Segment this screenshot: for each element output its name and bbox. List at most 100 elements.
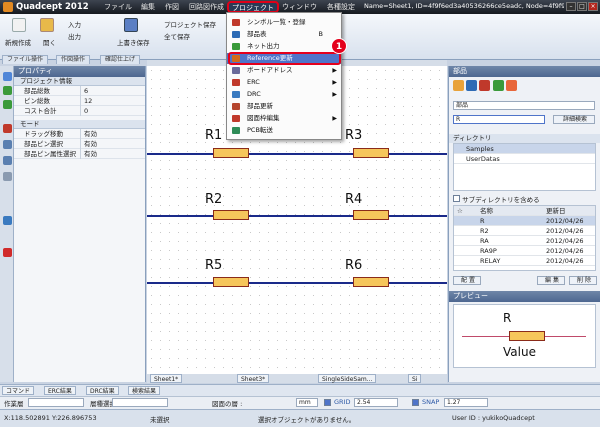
table-row[interactable]: RA 2012/04/26 [454,236,595,246]
menu-item-symbol-list[interactable]: シンボル一覧・登録 [227,17,341,28]
tab-erc-result[interactable]: ERC結果 [44,386,76,395]
preview-value: Value [503,345,536,359]
library-icon[interactable] [453,80,464,91]
forward-icon[interactable] [3,100,12,109]
new-file-icon [12,18,26,32]
delete-button[interactable]: 削 除 [569,276,597,285]
tab-drc-result[interactable]: DRC結果 [86,386,119,395]
menu-draw[interactable]: 作図 [165,2,179,12]
menu-item-drc[interactable]: DRC ▶ [227,89,341,100]
zoom-out-icon[interactable] [3,156,12,165]
menu-item-net-output[interactable]: ネット出力 [227,41,341,52]
edit-button[interactable]: 編 集 [537,276,565,285]
wire[interactable] [147,215,447,217]
pan-icon[interactable] [3,172,12,181]
menu-item-erc[interactable]: ERC ▶ [227,77,341,88]
place-button[interactable]: 配 置 [453,276,481,285]
tool-icon[interactable] [3,124,12,133]
directory-item[interactable]: UserDatas [454,154,595,164]
menu-schematic[interactable]: 回路図作成 [189,2,224,12]
input-button[interactable]: 入力 [68,19,81,29]
close-icon[interactable]: × [588,2,598,11]
menu-item-frame-edit[interactable]: 図面枠編集 ▶ [227,113,341,124]
drawing-layer-label: 図面の層 : [212,400,243,408]
sheet-tab-bar [147,374,447,383]
table-row[interactable]: RA9P 2012/04/26 [454,246,595,256]
table-row[interactable]: R 2012/04/26 [454,216,595,226]
preview-title: プレビュー [449,291,600,302]
category-select[interactable]: 部品 [453,101,595,110]
section-mode[interactable]: モード [14,120,145,129]
overwrite-save-button[interactable]: 上書き保存 [117,37,150,47]
resistor-label: R5 [205,258,223,273]
output-button[interactable]: 出力 [68,31,81,41]
zoom-icon[interactable] [3,140,12,149]
snap-select[interactable]: 1.27 [444,398,488,407]
layer-select[interactable] [28,398,84,407]
grid-checkbox[interactable] [324,399,331,406]
maximize-icon[interactable]: □ [577,2,587,11]
save-icon [124,18,138,32]
resistor-label: R1 [205,128,223,143]
menu-window[interactable]: ウィンドウ [282,2,317,12]
app-logo-icon [3,2,13,12]
ribbon-tab-file[interactable]: ファイル操作 [2,55,49,64]
resistor[interactable] [213,210,249,220]
grid-select[interactable]: 2.54 [354,398,398,407]
snap-checkbox[interactable] [412,399,419,406]
select-tool-icon[interactable] [3,72,12,81]
bom-icon [232,31,240,38]
tab-command[interactable]: コマンド [2,386,35,395]
gear-icon[interactable] [3,216,12,225]
sheet-tab[interactable]: Sheet3* [237,374,270,383]
search-icon[interactable] [505,80,517,91]
menu-file[interactable]: ファイル [104,2,132,12]
resistor[interactable] [213,277,249,287]
resistor[interactable] [353,277,389,287]
property-row[interactable]: 部品ピン選択 有効 [14,139,145,149]
model-icon[interactable] [492,80,504,91]
ribbon-tab-draw[interactable]: 作図操作 [56,55,91,64]
footprint-icon[interactable] [479,80,491,91]
directory-item[interactable]: Samples [454,144,595,154]
resistor[interactable] [213,148,249,158]
search-input[interactable]: R [453,115,545,124]
table-row[interactable]: RELAY 2012/04/26 [454,256,595,266]
advanced-search-button[interactable]: 詳細検索 [553,115,595,124]
resistor[interactable] [353,210,389,220]
new-button[interactable]: 新規作成 [5,37,31,47]
save-all-button[interactable]: 全て保存 [164,31,190,41]
callout-number-badge: 1 [331,38,347,54]
menu-item-bom[interactable]: 部品表 B [227,29,341,40]
menu-edit[interactable]: 編集 [141,2,155,12]
wire[interactable] [147,153,447,155]
back-icon[interactable] [3,86,12,95]
subdir-checkbox[interactable] [453,195,460,202]
properties-title: プロパティ [14,66,145,77]
ribbon-tab-check[interactable]: 確認仕上げ [100,55,141,64]
menu-item-board-address[interactable]: ボードアドレス ▶ [227,65,341,76]
wire[interactable] [147,282,447,284]
window-info: Name=Sheet1, ID=4f9f6ed3a40536266ce5eadc… [364,2,564,10]
minimize-icon[interactable]: – [566,2,576,11]
help-icon[interactable] [3,248,12,257]
menu-item-pcb-transfer[interactable]: PCB転送 [227,125,341,136]
sheet-tab[interactable]: Sheet1* [150,374,183,383]
section-project-info[interactable]: プロジェクト情報 [14,77,145,86]
sheet-tab[interactable]: Si [408,374,422,383]
layer-type-select[interactable] [112,398,168,407]
parts-list: ☆ 名称 更新日 R 2012/04/26 R2 2012/04/26 RA 2012… [453,205,596,271]
net-output-icon [232,43,240,50]
resistor[interactable] [353,148,389,158]
menu-item-part-update[interactable]: 部品更新 [227,101,341,112]
menu-settings[interactable]: 各種設定 [327,2,355,12]
open-button[interactable]: 開く [43,37,56,47]
sheet-tab[interactable]: SingleSideSam... [318,374,377,383]
symbol-icon[interactable] [466,80,478,91]
table-row[interactable]: R2 2012/04/26 [454,226,595,236]
project-save-button[interactable]: プロジェクト保存 [164,19,216,29]
unit-select[interactable]: mm [296,398,318,407]
property-row[interactable]: ドラッグ移動 有効 [14,129,145,139]
property-row[interactable]: 部品ピン属性選択 有効 [14,149,145,159]
tab-search-result[interactable]: 検索結果 [128,386,161,395]
